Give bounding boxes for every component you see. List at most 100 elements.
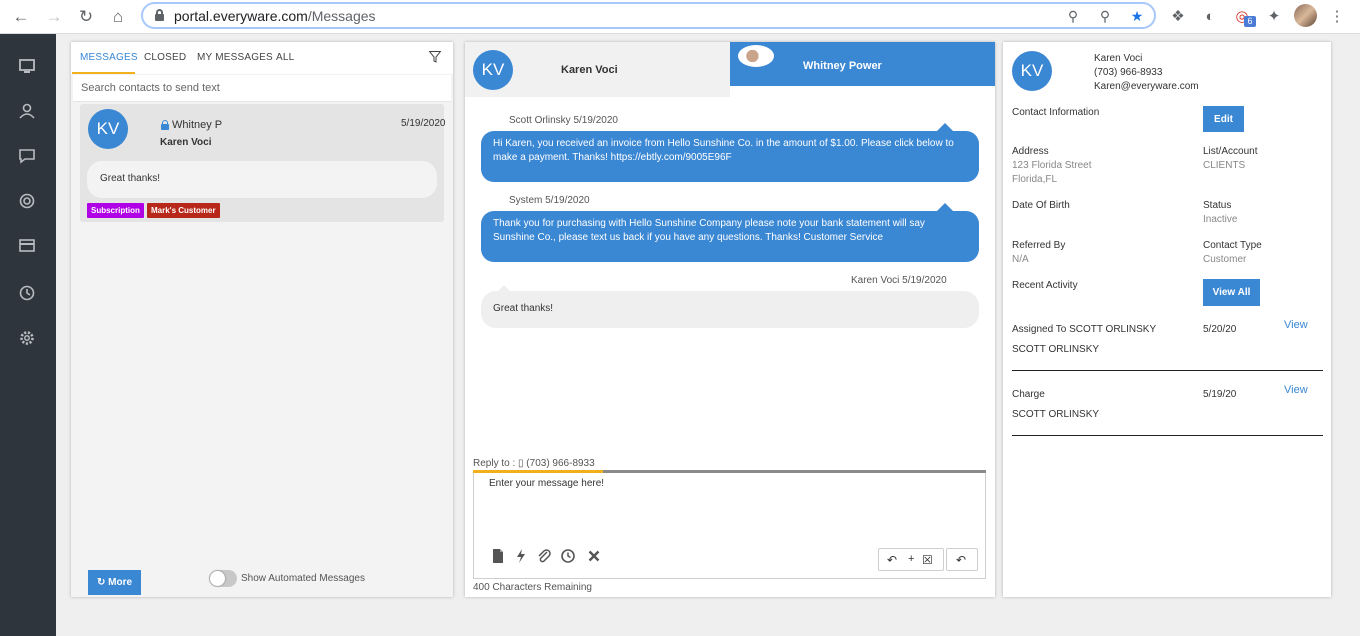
contact-phone[interactable]: (703) 966-8933 — [1094, 67, 1162, 78]
forward-icon[interactable]: → — [43, 6, 65, 28]
app-sidebar — [0, 34, 56, 636]
chat-contact-header[interactable]: KV Karen Voci — [465, 42, 730, 97]
list-account-value: CLIENTS — [1203, 160, 1246, 171]
address-bar[interactable]: portal.everyware.com/Messages ⚲ ⚲ ★ — [141, 2, 1156, 29]
contact-information-label: Contact Information — [1012, 107, 1100, 118]
puzzle-icon[interactable]: ✦ — [1263, 6, 1285, 28]
url-text[interactable]: portal.everyware.com/Messages — [174, 8, 376, 24]
profile-avatar[interactable] — [1294, 4, 1317, 27]
activity-divider — [1012, 370, 1323, 371]
close-box-icon: ☒ — [922, 553, 933, 567]
message-tabs: MESSAGES CLOSED MY MESSAGES ALL — [71, 42, 453, 74]
plus-sign: + — [908, 553, 915, 565]
reply-button[interactable]: ↶ — [946, 548, 978, 571]
chat-contact-name: Karen Voci — [561, 64, 618, 76]
refresh-icon: ↻ — [96, 577, 106, 588]
contact-type-value: Customer — [1203, 254, 1247, 265]
paperclip-icon[interactable] — [536, 548, 552, 564]
chat-panel: KV Karen Voci Whitney Power Scott Orlins… — [465, 42, 995, 597]
lock-icon — [155, 9, 164, 21]
more-button[interactable]: ↻ More — [88, 570, 141, 595]
referred-by-label: Referred By — [1012, 240, 1066, 251]
back-icon[interactable]: ← — [10, 6, 32, 28]
address-label: Address — [1012, 146, 1049, 157]
contact-email[interactable]: Karen@everyware.com — [1094, 81, 1199, 92]
reload-icon[interactable]: ↻ — [75, 6, 97, 28]
date-of-birth-label: Date Of Birth — [1012, 200, 1070, 211]
chat-agent-name: Whitney Power — [803, 60, 882, 72]
message-meta: Scott Orlinsky 5/19/2020 — [509, 115, 618, 126]
clock-icon[interactable] — [18, 284, 36, 302]
automated-messages-toggle[interactable] — [209, 570, 237, 587]
outgoing-message: Thank you for purchasing with Hello Suns… — [481, 203, 979, 262]
lock-icon — [161, 120, 169, 130]
message-composer: ↶ + ☒ ↶ — [473, 473, 986, 579]
automated-messages-label: Show Automated Messages — [241, 573, 365, 584]
outgoing-message: Hi Karen, you received an invoice from H… — [481, 123, 979, 182]
status-value: Inactive — [1203, 214, 1238, 225]
view-all-button[interactable]: View All — [1203, 279, 1260, 306]
conversation-contact-name: Karen Voci — [160, 137, 212, 148]
search-contacts-input[interactable] — [73, 75, 451, 102]
conversation-assignee: Whitney P — [172, 119, 223, 131]
conversation-list-panel: MESSAGES CLOSED MY MESSAGES ALL KV Whitn… — [71, 42, 453, 597]
document-icon[interactable] — [490, 548, 506, 564]
gear-icon[interactable] — [18, 329, 36, 347]
recent-activity-label: Recent Activity — [1012, 280, 1078, 291]
conversation-item[interactable]: KV Whitney P 5/19/2020 Karen Voci Great … — [80, 104, 446, 222]
filter-icon[interactable] — [429, 51, 441, 63]
message-input[interactable] — [475, 474, 984, 534]
contact-name: Karen Voci — [1094, 53, 1143, 64]
contact-avatar: KV — [473, 50, 513, 90]
extension-badge: 6 — [1244, 16, 1256, 27]
credit-card-icon[interactable] — [18, 237, 36, 255]
menu-dots-icon[interactable]: ⋮ — [1326, 6, 1348, 28]
list-account-label: List/Account — [1203, 146, 1258, 157]
tab-my-messages[interactable]: MY MESSAGES — [197, 52, 273, 63]
address-line1: 123 Florida Street — [1012, 160, 1092, 171]
conversation-preview: Great thanks! — [87, 161, 437, 198]
activity-view-link[interactable]: View — [1284, 384, 1308, 396]
close-icon[interactable] — [586, 548, 602, 564]
key-icon[interactable]: ⚲ — [1064, 7, 1082, 25]
more-button-label: More — [108, 577, 133, 588]
chat-agent-header[interactable]: Whitney Power — [730, 42, 995, 86]
address-line2: Florida,FL — [1012, 174, 1058, 185]
tab-messages[interactable]: MESSAGES — [80, 52, 138, 63]
monitor-icon[interactable] — [18, 58, 36, 76]
message-meta: Karen Voci 5/19/2020 — [851, 275, 947, 286]
clock-icon[interactable] — [560, 548, 576, 564]
tab-all[interactable]: ALL — [276, 52, 294, 63]
reply-icon: ↶ — [956, 553, 967, 567]
edit-button[interactable]: Edit — [1203, 106, 1244, 132]
bookmark-star-icon[interactable]: ★ — [1128, 7, 1146, 25]
activity-date: 5/19/20 — [1203, 389, 1237, 400]
target-icon[interactable] — [18, 192, 36, 210]
activity-view-link[interactable]: View — [1284, 319, 1308, 331]
tab-closed[interactable]: CLOSED — [144, 52, 186, 63]
activity-title: Charge — [1012, 389, 1045, 400]
referred-by-value: N/A — [1012, 254, 1029, 265]
message-meta: System 5/19/2020 — [509, 195, 590, 206]
activity-date: 5/20/20 — [1203, 324, 1237, 335]
tag-subscription[interactable]: Subscription — [87, 203, 144, 218]
browser-toolbar: ← → ↻ ⌂ portal.everyware.com/Messages ⚲ … — [0, 0, 1360, 34]
contact-type-label: Contact Type — [1203, 240, 1262, 251]
chat-icon[interactable] — [18, 147, 36, 165]
home-icon[interactable]: ⌂ — [107, 6, 129, 28]
toggle-knob — [210, 571, 225, 586]
activity-title: Assigned To SCOTT ORLINSKY — [1012, 324, 1157, 335]
contact-details-panel: KV Karen Voci (703) 966-8933 Karen@every… — [1003, 42, 1331, 597]
characters-remaining: 400 Characters Remaining — [473, 582, 592, 593]
active-tab-indicator — [72, 72, 135, 74]
reply-icon: ↶ — [887, 553, 898, 567]
tag-marks-customer[interactable]: Mark's Customer — [147, 203, 220, 218]
lightning-icon[interactable] — [513, 548, 529, 564]
contact-avatar: KV — [88, 109, 128, 149]
dropbox-icon[interactable]: ❖ — [1167, 6, 1189, 28]
reply-and-close-button[interactable]: ↶ + ☒ — [878, 548, 944, 571]
agent-avatar — [738, 45, 774, 67]
user-icon[interactable] — [18, 102, 36, 120]
zoom-icon[interactable]: ⚲ — [1096, 7, 1114, 25]
extension-circle-icon[interactable]: ◐ — [1199, 6, 1221, 28]
